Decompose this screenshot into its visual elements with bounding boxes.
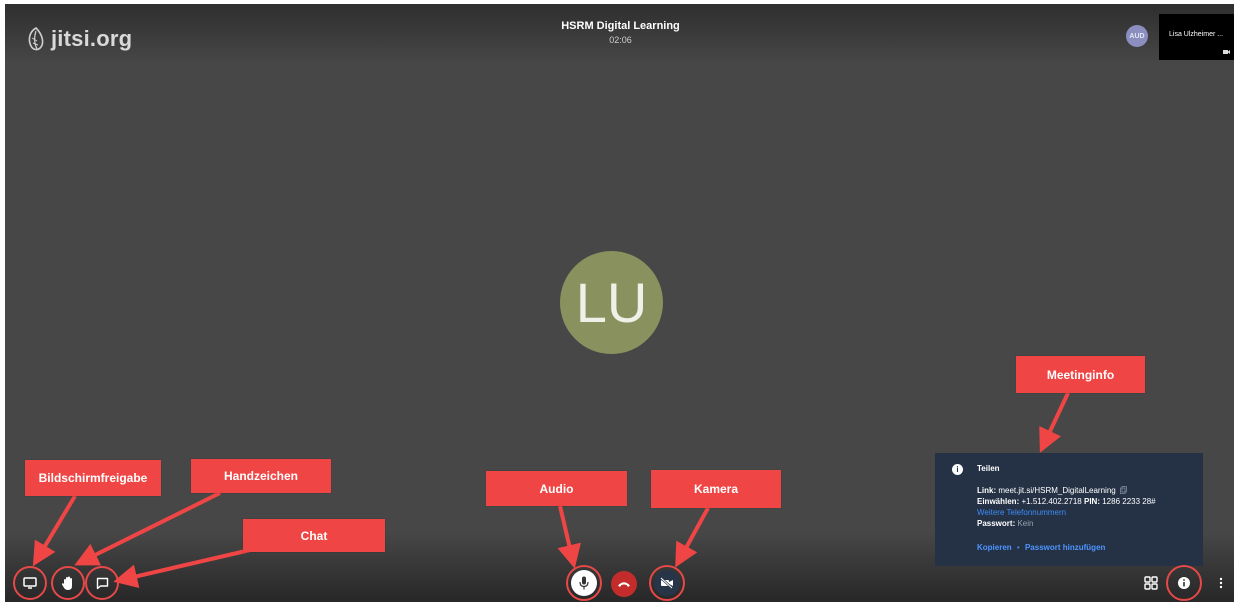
callout-raise-hand: Handzeichen: [191, 459, 331, 493]
info-dial-row: Einwählen: +1.512.402.2718 PIN: 1286 223…: [977, 497, 1156, 506]
top-gradient: [5, 4, 1234, 64]
tile-view-button[interactable]: [1138, 570, 1164, 596]
more-options-button[interactable]: [1208, 570, 1234, 596]
hangup-icon: [618, 582, 630, 587]
callout-screen-share: Bildschirmfreigabe: [25, 460, 161, 496]
more-numbers-link[interactable]: Weitere Telefonnummern: [977, 508, 1066, 517]
highlight-ring-screen-share: [13, 566, 47, 600]
highlight-ring-raise-hand: [51, 566, 85, 600]
highlight-ring-chat: [85, 566, 119, 600]
tile-view-icon: [1144, 576, 1158, 590]
meeting-title: HSRM Digital Learning: [561, 20, 680, 32]
self-view-name: Lisa Ulzheimer ...: [1169, 31, 1224, 38]
link-value[interactable]: meet.jit.si/HSRM_DigitalLearning: [998, 486, 1115, 495]
meeting-info-panel: i Teilen Link: meet.jit.si/HSRM_DigitalL…: [935, 453, 1203, 566]
actions-separator: •: [1016, 543, 1020, 552]
info-password-row: Passwort: Kein: [977, 519, 1033, 528]
callout-camera: Kamera: [651, 470, 781, 508]
add-password-link[interactable]: Passwort hinzufügen: [1025, 543, 1105, 552]
arrow-meeting-info: [1039, 392, 1070, 453]
password-value: Kein: [1017, 519, 1034, 528]
info-circle-icon: i: [952, 464, 963, 475]
dial-label: Einwählen:: [977, 497, 1020, 506]
password-label: Passwort:: [977, 519, 1016, 528]
self-view-thumbnail[interactable]: Lisa Ulzheimer ...: [1159, 14, 1234, 60]
audience-avatar[interactable]: AUD: [1126, 25, 1148, 47]
copy-link[interactable]: Kopieren: [977, 543, 1012, 552]
highlight-ring-info: [1166, 565, 1202, 601]
meeting-stage: jitsi.org HSRM Digital Learning 02:06 AU…: [5, 4, 1234, 602]
meeting-timer: 02:06: [609, 35, 632, 45]
hangup-button[interactable]: [611, 571, 637, 597]
callout-meeting-info: Meetinginfo: [1016, 356, 1145, 393]
callout-chat: Chat: [243, 519, 385, 552]
participant-avatar: LU: [560, 251, 663, 354]
pin-value: 1286 2233 28#: [1102, 497, 1156, 506]
copy-icon[interactable]: [1120, 486, 1127, 494]
highlight-ring-camera: [649, 565, 685, 601]
link-label: Link:: [977, 486, 997, 495]
dial-value: +1.512.402.2718: [1021, 497, 1082, 506]
more-vertical-icon: [1219, 577, 1223, 589]
pin-label: PIN:: [1083, 497, 1100, 506]
callout-audio: Audio: [486, 471, 627, 506]
highlight-ring-audio: [566, 565, 602, 601]
info-panel-title: Teilen: [977, 464, 1000, 473]
camera-off-small-icon: [1223, 50, 1230, 54]
info-actions-row: Kopieren • Passwort hinzufügen: [977, 543, 1105, 552]
info-link-row: Link: meet.jit.si/HSRM_DigitalLearning: [977, 486, 1127, 495]
